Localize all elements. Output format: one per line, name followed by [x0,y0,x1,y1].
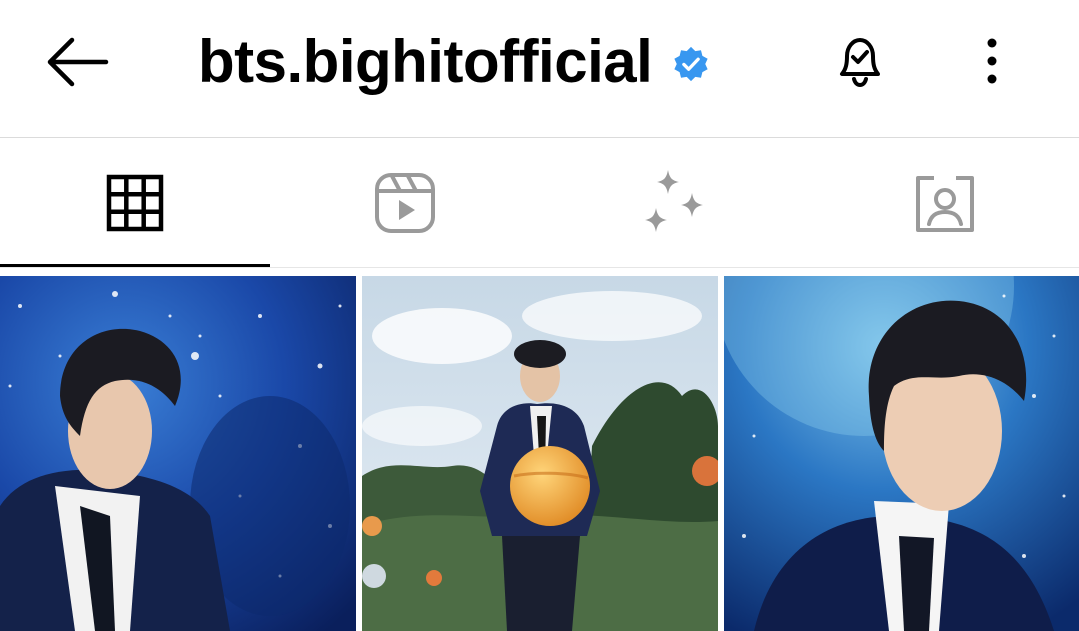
profile-header: bts.bighitofficial [0,0,1079,137]
back-button[interactable] [40,30,112,94]
profile-tabs [0,138,1079,268]
post-photo-space-portrait [0,276,356,631]
tagged-icon [916,176,974,232]
post-photo-space-closeup [724,276,1079,631]
username-container: bts.bighitofficial [198,22,710,102]
post-thumbnail-3[interactable] [724,276,1079,631]
arrow-left-icon [47,37,109,87]
bell-check-icon [840,38,880,88]
tab-reels[interactable] [270,138,540,268]
more-options-button[interactable] [972,36,1012,86]
profile-username: bts.bighitofficial [198,28,653,95]
post-thumbnail-1[interactable] [0,276,356,631]
tab-posts-grid[interactable] [0,138,270,268]
notifications-button[interactable] [828,28,892,92]
post-photo-planet-field [362,276,718,631]
grid-icon [106,174,164,232]
verified-badge-icon [672,45,710,83]
tab-tagged[interactable] [810,138,1079,268]
tabs-divider [0,267,1079,268]
reels-icon [375,173,435,233]
sparkles-icon [645,170,703,232]
more-vertical-icon [987,38,997,84]
tab-sparkles[interactable] [540,138,810,268]
post-thumbnail-2[interactable] [362,276,718,631]
posts-grid [0,276,1079,631]
